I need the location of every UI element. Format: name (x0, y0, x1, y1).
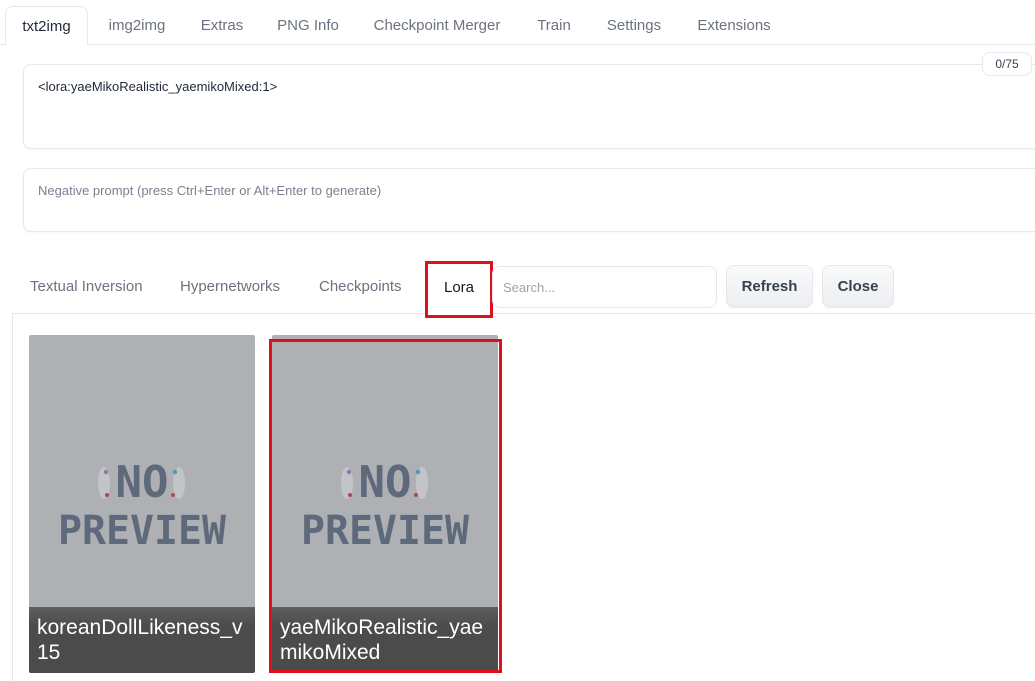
negative-prompt-textarea[interactable]: Negative prompt (press Ctrl+Enter or Alt… (23, 168, 1035, 232)
prompt-text: <lora:yaeMikoRealistic_yaemikoMixed:1> (38, 79, 278, 94)
no-preview-line2: PREVIEW (58, 508, 227, 554)
search-input[interactable] (492, 266, 717, 308)
lora-tab-highlight (425, 261, 493, 318)
refresh-button[interactable]: Refresh (726, 265, 813, 308)
tab-img2img[interactable]: img2img (96, 6, 178, 45)
tab-extras[interactable]: Extras (192, 6, 252, 45)
tab-extensions[interactable]: Extensions (688, 6, 780, 45)
selected-card-highlight (269, 339, 502, 673)
tab-checkpoints[interactable]: Checkpoints (319, 278, 402, 295)
tab-textual-inversion[interactable]: Textual Inversion (30, 278, 143, 295)
tab-hypernetworks[interactable]: Hypernetworks (180, 278, 280, 295)
tab-train[interactable]: Train (526, 6, 582, 45)
prompt-textarea[interactable]: <lora:yaeMikoRealistic_yaemikoMixed:1> (23, 64, 1035, 149)
tab-png-info[interactable]: PNG Info (266, 6, 350, 45)
lora-card-name: koreanDollLikeness_v15 (29, 607, 255, 673)
main-tab-bar: txt2img img2img Extras PNG Info Checkpoi… (0, 0, 1035, 46)
negative-prompt-placeholder: Negative prompt (press Ctrl+Enter or Alt… (38, 183, 382, 198)
lora-card[interactable]: NO PREVIEW koreanDollLikeness_v15 (29, 335, 255, 673)
tab-txt2img[interactable]: txt2img (5, 6, 88, 46)
close-button[interactable]: Close (822, 265, 894, 308)
tab-checkpoint-merger[interactable]: Checkpoint Merger (364, 6, 510, 45)
no-preview-line1: NO (116, 457, 169, 508)
tab-settings[interactable]: Settings (596, 6, 672, 45)
token-counter: 0/75 (982, 52, 1032, 76)
